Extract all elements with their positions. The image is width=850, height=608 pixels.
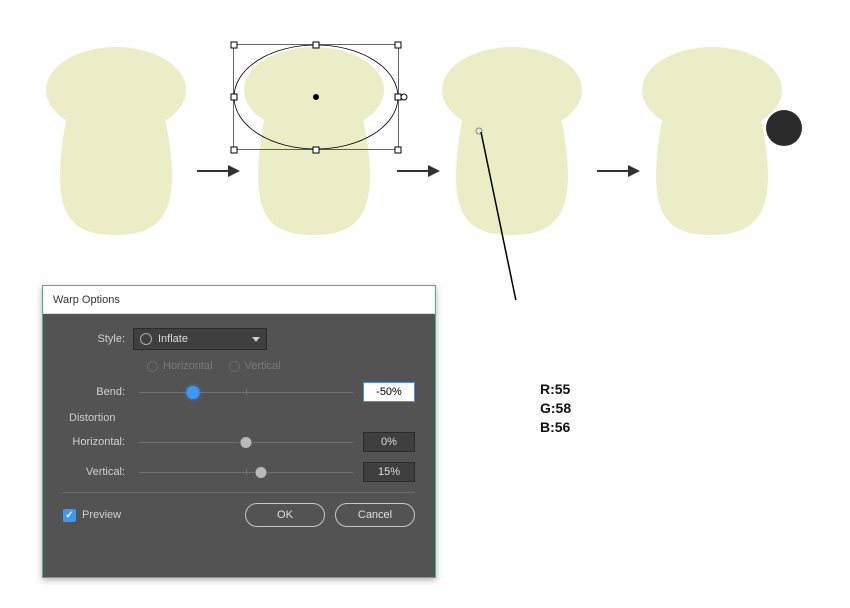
warp-options-dialog: Warp Options Style: Inflate Horizontal (42, 285, 436, 578)
radio-icon (147, 361, 158, 372)
cancel-button[interactable]: Cancel (335, 503, 415, 527)
slider-thumb[interactable] (254, 466, 267, 479)
dist-v-slider[interactable] (139, 472, 353, 473)
dist-h-value-input[interactable]: 0% (363, 432, 415, 452)
style-select[interactable]: Inflate (133, 328, 267, 350)
bend-slider[interactable] (139, 392, 353, 393)
rgb-g: G:58 (540, 399, 571, 418)
dist-h-label: Horizontal: (63, 436, 133, 448)
step-arrow-icon (597, 165, 640, 177)
selection-handle[interactable] (231, 42, 238, 49)
selection-handle[interactable] (395, 42, 402, 49)
selection-handle[interactable] (313, 42, 320, 49)
illustration-canvas: R:55 G:58 B:56 Warp Options Style: Infla… (0, 0, 850, 608)
preview-checkbox[interactable]: ✓ Preview (63, 509, 235, 522)
style-label: Style: (63, 333, 133, 345)
dist-h-slider[interactable] (139, 442, 353, 443)
slider-thumb[interactable] (186, 386, 199, 399)
checkmark-icon: ✓ (63, 509, 76, 522)
style-value: Inflate (158, 333, 188, 345)
distortion-section-label: Distortion (69, 412, 415, 424)
bend-value-input[interactable]: -50% (363, 382, 415, 402)
selection-handle[interactable] (313, 147, 320, 154)
shapes-svg (0, 0, 850, 300)
radio-icon (229, 361, 240, 372)
dist-v-label: Vertical: (63, 466, 133, 478)
slider-thumb[interactable] (240, 436, 253, 449)
ok-button[interactable]: OK (245, 503, 325, 527)
dist-v-value-input[interactable]: 15% (363, 462, 415, 482)
selection-handle[interactable] (231, 94, 238, 101)
divider (63, 492, 415, 493)
axis-horizontal-radio[interactable]: Horizontal (147, 360, 213, 372)
step-arrow-icon (197, 165, 240, 177)
selection-handle[interactable] (231, 147, 238, 154)
selection-handle[interactable] (395, 94, 402, 101)
bend-label: Bend: (63, 386, 133, 398)
rgb-r: R:55 (540, 380, 571, 399)
inflate-icon (140, 333, 152, 345)
selection-handle[interactable] (395, 147, 402, 154)
step-arrow-icon (397, 165, 440, 177)
chevron-down-icon (252, 337, 260, 342)
rgb-b: B:56 (540, 418, 571, 437)
dialog-title: Warp Options (43, 286, 435, 314)
axis-vertical-radio[interactable]: Vertical (229, 360, 281, 372)
rgb-readout: R:55 G:58 B:56 (540, 380, 571, 437)
